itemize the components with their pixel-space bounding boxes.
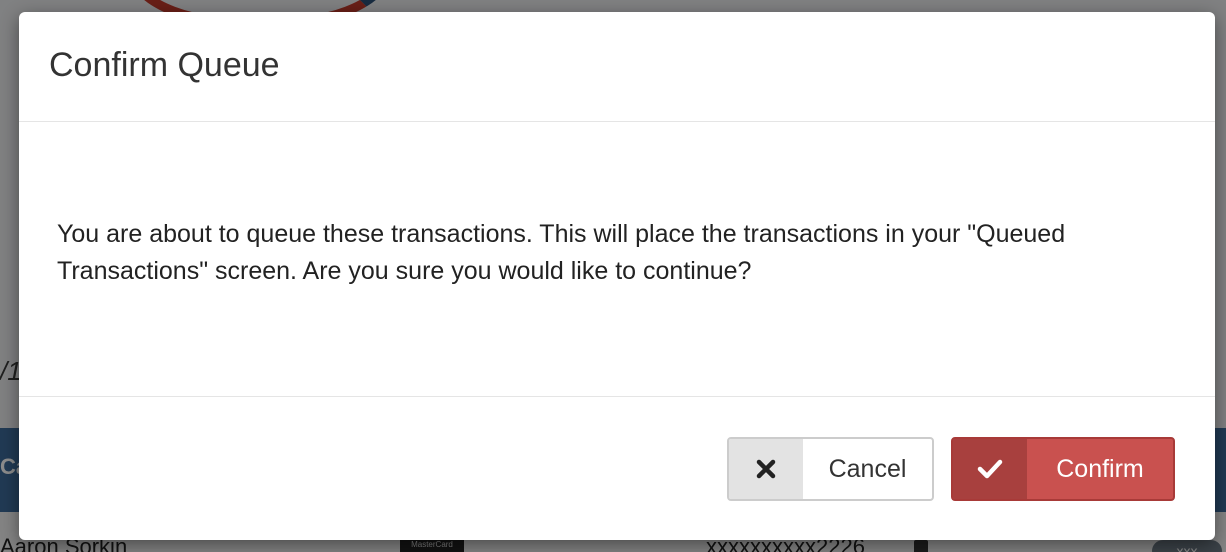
modal-header: Confirm Queue	[19, 12, 1215, 122]
check-icon	[953, 439, 1027, 499]
modal-title: Confirm Queue	[49, 46, 280, 84]
modal-body: You are about to queue these transaction…	[19, 122, 1215, 397]
modal-footer: Cancel Confirm	[19, 397, 1215, 540]
modal-message: You are about to queue these transaction…	[57, 220, 1066, 285]
cancel-button-label: Cancel	[828, 454, 907, 483]
confirm-button-label: Confirm	[1056, 454, 1144, 483]
confirm-button[interactable]: Confirm	[951, 437, 1175, 501]
cancel-button[interactable]: Cancel	[727, 437, 934, 501]
close-icon	[729, 439, 803, 499]
confirm-queue-dialog: Confirm Queue You are about to queue the…	[19, 12, 1215, 540]
